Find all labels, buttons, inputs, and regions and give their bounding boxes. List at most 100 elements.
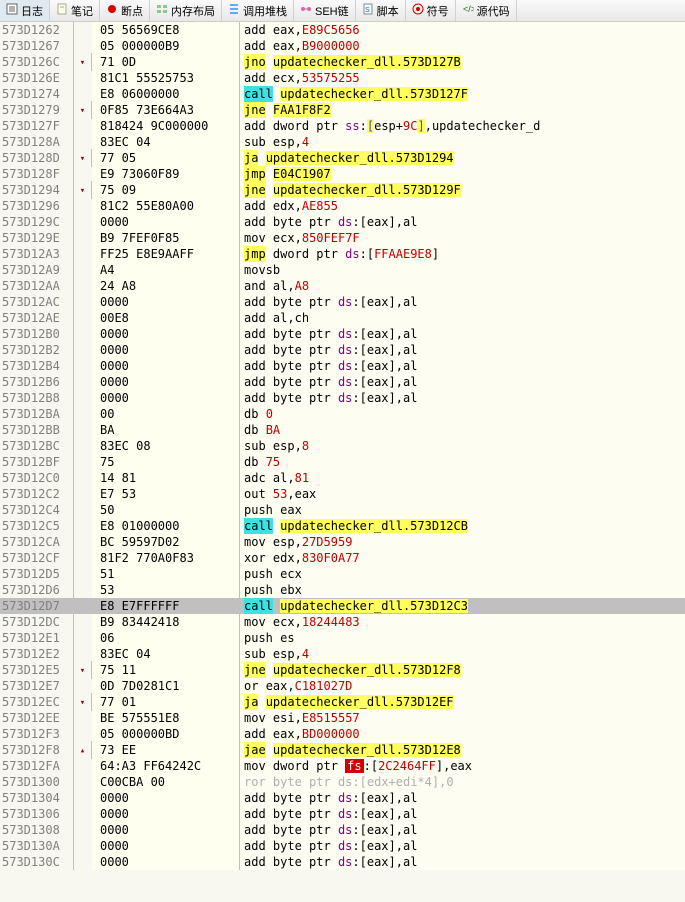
disasm-row[interactable]: 573D129EB9 7FEF0F85mov ecx,850FEF7F (0, 230, 685, 246)
disassembly: add byte ptr ds:[eax],al (240, 326, 685, 342)
disassembly: add byte ptr ds:[eax],al (240, 358, 685, 374)
disasm-row[interactable]: 573D12AA24 A8and al,A8 (0, 278, 685, 294)
address: 573D12F3 (0, 726, 74, 742)
disassembly: jne updatechecker_dll.573D129F (240, 182, 685, 198)
disasm-row[interactable]: 573D1274E8 06000000call updatechecker_dl… (0, 86, 685, 102)
svg-text:S: S (365, 7, 370, 14)
disasm-row[interactable]: 573D12FA64:A3 FF64242Cmov dword ptr fs:[… (0, 758, 685, 774)
mnemonic: push (244, 582, 273, 598)
sym-icon (412, 3, 424, 18)
address: 573D127F (0, 118, 74, 134)
disasm-row[interactable]: 573D127F818424 9C000000add dword ptr ss:… (0, 118, 685, 134)
disasm-row[interactable]: 573D12A9 A4movsb (0, 262, 685, 278)
disasm-row[interactable]: 573D12C5E8 01000000call updatechecker_dl… (0, 518, 685, 534)
disasm-row[interactable]: 573D12F305 000000BDadd eax,BD000000 (0, 726, 685, 742)
disasm-row[interactable]: 573D12E70D 7D0281C1or eax,C181027D (0, 678, 685, 694)
disasm-row[interactable]: 573D12C014 81adc al,81 (0, 470, 685, 486)
address: 573D12A9 (0, 262, 74, 278)
toolbar-item-label: 笔记 (71, 3, 93, 19)
toolbar-item-stack[interactable]: 调用堆栈 (222, 0, 294, 21)
log-icon (6, 3, 18, 18)
toolbar-item-label: 日志 (21, 3, 43, 19)
disasm-row[interactable]: 573D12CABC 59597D02mov esp,27D5959 (0, 534, 685, 550)
disasm-row[interactable]: 573D12D7E8 E7FFFFFFcall updatechecker_dl… (0, 598, 685, 614)
disasm-row[interactable]: 573D126E81C1 55525753add ecx,53575255 (0, 70, 685, 86)
toolbar-item-seh[interactable]: SEH链 (294, 0, 356, 21)
disasm-row[interactable]: 573D13080000add byte ptr ds:[eax],al (0, 822, 685, 838)
disasm-row[interactable]: 573D128FE9 73060F89jmp E04C1907 (0, 166, 685, 182)
disasm-row[interactable]: 573D12B60000add byte ptr ds:[eax],al (0, 374, 685, 390)
disasm-row[interactable]: 573D130C0000add byte ptr ds:[eax],al (0, 854, 685, 870)
toolbar-item-script[interactable]: S脚本 (356, 0, 406, 21)
disassembly: movsb (240, 262, 685, 278)
mnemonic: add (244, 38, 266, 54)
toolbar-item-bp[interactable]: 断点 (100, 0, 150, 21)
mnemonic: mov (244, 758, 266, 774)
bytes: 77 01 (92, 694, 240, 710)
toolbar-item-mem[interactable]: 内存布局 (150, 0, 222, 21)
disassembly: jno updatechecker_dll.573D127B (240, 54, 685, 70)
bytes: 73 EE (92, 742, 240, 758)
disasm-row[interactable]: 573D12AE00E8add al,ch (0, 310, 685, 326)
mnemonic: add (244, 294, 266, 310)
disasm-row[interactable]: 573D12A3FF25 E8E9AAFFjmp dword ptr ds:[F… (0, 246, 685, 262)
disasm-row[interactable]: 573D12EEBE 575551E8mov esi,E8515557 (0, 710, 685, 726)
toolbar-item-sym[interactable]: 符号 (406, 0, 456, 21)
bytes: 818424 9C000000 (92, 118, 240, 134)
disassembly-view[interactable]: 573D126205 56569CE8add eax,E89C5656573D1… (0, 22, 685, 870)
toolbar-item-label: 调用堆栈 (243, 3, 287, 19)
bytes: E9 73060F89 (92, 166, 240, 182)
bytes: 06 (92, 630, 240, 646)
toolbar-item-src[interactable]: </>源代码 (456, 0, 517, 21)
disasm-row[interactable]: 573D129C0000add byte ptr ds:[eax],al (0, 214, 685, 230)
disasm-row[interactable]: 573D12E5▾75 11jne updatechecker_dll.573D… (0, 662, 685, 678)
disasm-row[interactable]: 573D12B80000add byte ptr ds:[eax],al (0, 390, 685, 406)
disasm-row[interactable]: 573D12D551push ecx (0, 566, 685, 582)
disassembly: call updatechecker_dll.573D12C3 (240, 598, 685, 614)
disasm-row[interactable]: 573D12CF81F2 770A0F83xor edx,830F0A77 (0, 550, 685, 566)
disasm-row[interactable]: 573D12E106push es (0, 630, 685, 646)
disasm-row[interactable]: 573D12AC0000add byte ptr ds:[eax],al (0, 294, 685, 310)
disasm-row[interactable]: 573D12DCB9 83442418mov ecx,18244483 (0, 614, 685, 630)
disasm-row[interactable]: 573D126205 56569CE8add eax,E89C5656 (0, 22, 685, 38)
disasm-row[interactable]: 573D12B20000add byte ptr ds:[eax],al (0, 342, 685, 358)
disasm-row[interactable]: 573D12BF75db 75 (0, 454, 685, 470)
disasm-row[interactable]: 573D12E283EC 04sub esp,4 (0, 646, 685, 662)
mnemonic: jno (244, 54, 266, 70)
disasm-row[interactable]: 573D1294▾75 09jne updatechecker_dll.573D… (0, 182, 685, 198)
disasm-row[interactable]: 573D13040000add byte ptr ds:[eax],al (0, 790, 685, 806)
address: 573D12D5 (0, 566, 74, 582)
disasm-row[interactable]: 573D12BC83EC 08sub esp,8 (0, 438, 685, 454)
disasm-row[interactable]: 573D12BA00db 0 (0, 406, 685, 422)
toolbar-item-note[interactable]: 笔记 (50, 0, 100, 21)
disasm-row[interactable]: 573D1279▾0F85 73E664A3jne FAA1F8F2 (0, 102, 685, 118)
disasm-row[interactable]: 573D12F8▴73 EEjae updatechecker_dll.573D… (0, 742, 685, 758)
disasm-row[interactable]: 573D128D▾77 05ja updatechecker_dll.573D1… (0, 150, 685, 166)
disasm-row[interactable]: 573D126C▾71 0Djno updatechecker_dll.573D… (0, 54, 685, 70)
disasm-row[interactable]: 573D1300C00CBA 00ror byte ptr ds:[edx+ed… (0, 774, 685, 790)
bytes: 71 0D (92, 54, 240, 70)
disasm-row[interactable]: 573D12BBBAdb BA (0, 422, 685, 438)
bytes: A4 (92, 262, 240, 278)
disasm-row[interactable]: 573D129681C2 55E80A00add edx,AE855 (0, 198, 685, 214)
disasm-row[interactable]: 573D126705 000000B9add eax,B9000000 (0, 38, 685, 54)
toolbar-item-log[interactable]: 日志 (0, 0, 50, 21)
disasm-row[interactable]: 573D12B00000add byte ptr ds:[eax],al (0, 326, 685, 342)
mem-icon (156, 3, 168, 18)
address: 573D12D7 (0, 598, 74, 614)
address: 573D12B0 (0, 326, 74, 342)
disasm-row[interactable]: 573D12D653push ebx (0, 582, 685, 598)
disasm-row[interactable]: 573D128A83EC 04sub esp,4 (0, 134, 685, 150)
disasm-row[interactable]: 573D130A0000add byte ptr ds:[eax],al (0, 838, 685, 854)
disasm-row[interactable]: 573D12EC▾77 01ja updatechecker_dll.573D1… (0, 694, 685, 710)
address: 573D1304 (0, 790, 74, 806)
disassembly: add al,ch (240, 310, 685, 326)
mnemonic: add (244, 358, 266, 374)
disasm-row[interactable]: 573D12C2E7 53out 53,eax (0, 486, 685, 502)
disassembly: add byte ptr ds:[eax],al (240, 806, 685, 822)
disassembly: call updatechecker_dll.573D127F (240, 86, 685, 102)
disasm-row[interactable]: 573D13060000add byte ptr ds:[eax],al (0, 806, 685, 822)
toolbar-item-label: 符号 (427, 3, 449, 19)
disasm-row[interactable]: 573D12C450push eax (0, 502, 685, 518)
disasm-row[interactable]: 573D12B40000add byte ptr ds:[eax],al (0, 358, 685, 374)
